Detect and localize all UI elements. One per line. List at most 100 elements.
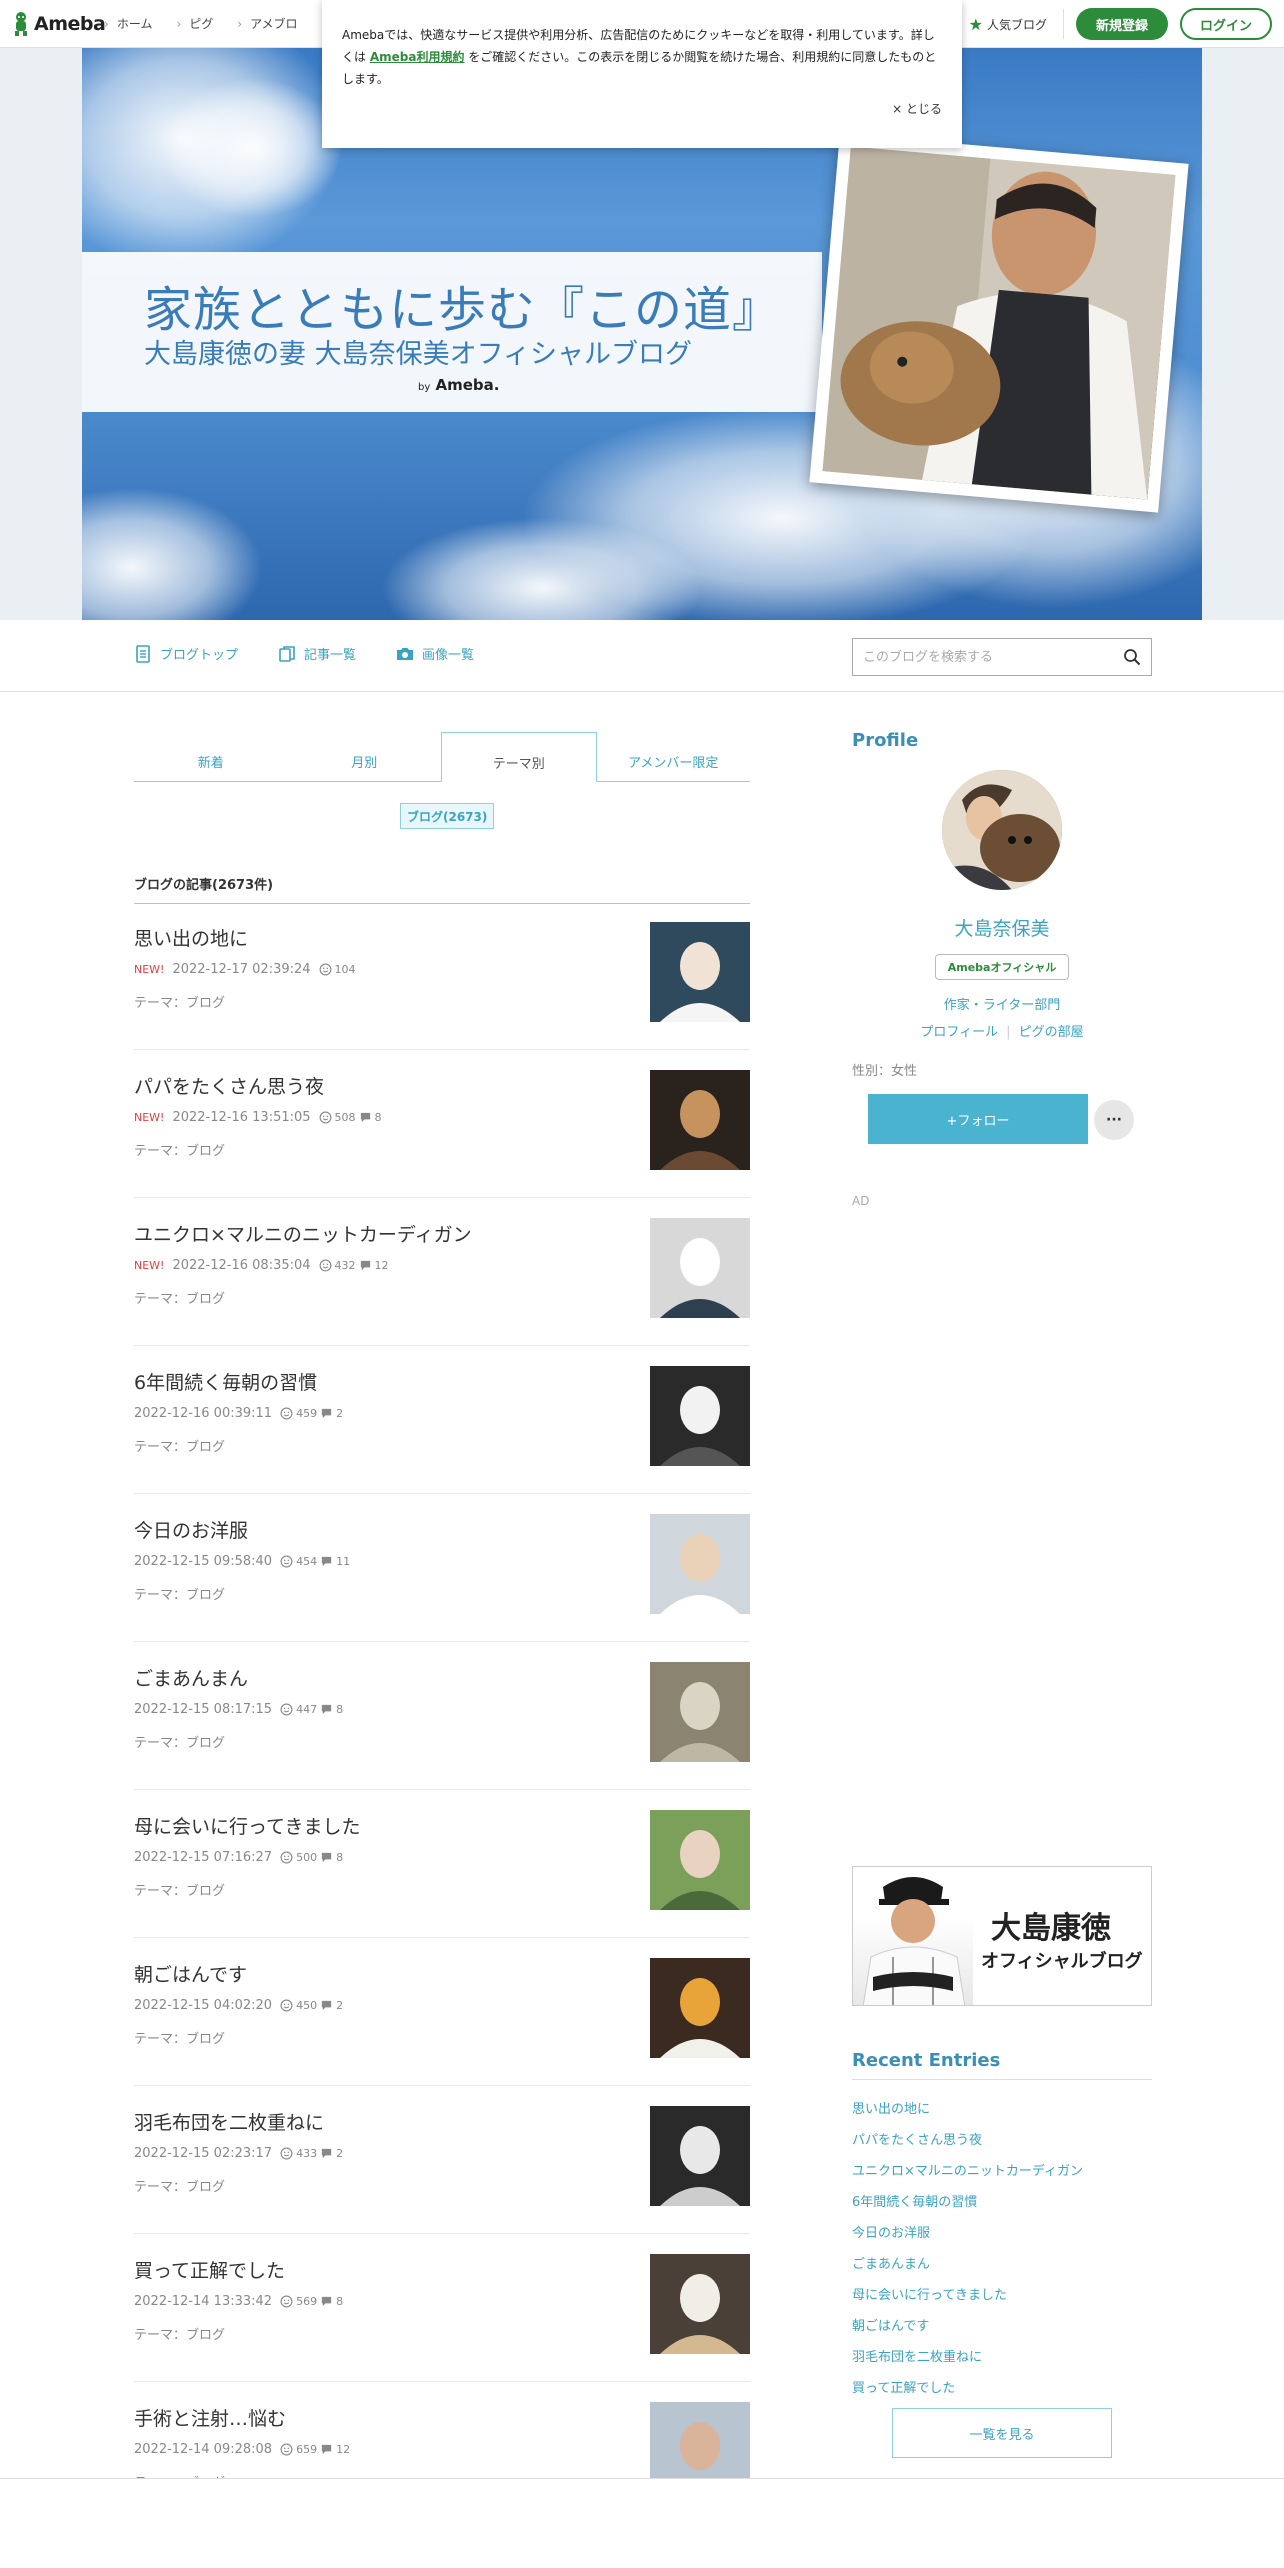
comment-icon	[321, 1408, 332, 1419]
entry-thumbnail[interactable]	[650, 1662, 750, 1762]
tab-monthly[interactable]: 月別	[288, 732, 442, 781]
tab-by-theme[interactable]: テーマ別	[441, 732, 597, 782]
popular-blog-link[interactable]: ★ 人気ブログ	[969, 9, 1064, 39]
entry-title[interactable]: 羽毛布団を二枚重ねに	[134, 2108, 324, 2135]
like-count[interactable]: 454 11	[280, 1555, 350, 1568]
theme-tag-blog[interactable]: ブログ(2673)	[400, 803, 495, 829]
global-nav-home[interactable]: ホーム	[104, 15, 153, 32]
entry-title[interactable]: ユニクロ×マルニのニットカーディガン	[134, 1220, 472, 1247]
recent-entry-link[interactable]: 羽毛布団を二枚重ねに	[852, 2346, 1152, 2377]
entry-item: 今日のお洋服 2022-12-15 09:58:40 454 11 テーマ：ブログ	[134, 1494, 750, 1642]
recent-entry-link[interactable]: 今日のお洋服	[852, 2222, 1152, 2253]
entry-theme[interactable]: テーマ：ブログ	[134, 1140, 225, 1159]
like-count[interactable]: 659 12	[280, 2443, 350, 2456]
entry-title[interactable]: 買って正解でした	[134, 2256, 285, 2283]
entry-thumbnail[interactable]	[650, 2254, 750, 2354]
entry-title[interactable]: パパをたくさん思う夜	[134, 1072, 324, 1099]
blog-nav-bar: ブログトップ 記事一覧 画像一覧	[0, 620, 1284, 692]
entry-theme[interactable]: テーマ：ブログ	[134, 1584, 225, 1603]
entry-thumbnail[interactable]	[650, 2106, 750, 2206]
related-blog-banner[interactable]: 大島康徳 オフィシャルブログ	[852, 1866, 1152, 2006]
entry-theme[interactable]: テーマ：ブログ	[134, 2028, 225, 2047]
more-options-button[interactable]: ···	[1094, 1100, 1134, 1140]
banner-title: 大島康徳	[991, 1911, 1111, 1946]
avatar[interactable]	[942, 770, 1062, 890]
entry-meta: 2022-12-16 00:39:11 459 2	[134, 1406, 343, 1421]
entry-title[interactable]: 思い出の地に	[134, 924, 248, 951]
comment-count: 2	[336, 1999, 344, 2012]
ameba-logo[interactable]: Ameba	[12, 10, 106, 38]
blog-top-link[interactable]: ブログトップ	[134, 644, 238, 663]
global-nav-ameblo[interactable]: アメブロ	[237, 15, 297, 32]
like-count[interactable]: 447 8	[280, 1703, 343, 1716]
recent-entry-link[interactable]: 買って正解でした	[852, 2377, 1152, 2408]
comment-icon	[360, 1260, 370, 1271]
profile-category[interactable]: 作家・ライター部門	[852, 994, 1152, 1013]
like-count[interactable]: 432 12	[319, 1259, 389, 1272]
entry-theme[interactable]: テーマ：ブログ	[134, 2176, 225, 2195]
like-icon	[280, 1851, 293, 1864]
global-nav-pigg[interactable]: ピグ	[176, 15, 213, 32]
entry-theme[interactable]: テーマ：ブログ	[134, 1732, 225, 1751]
profile-name[interactable]: 大島奈保美	[852, 914, 1152, 941]
recent-entry-link[interactable]: パパをたくさん思う夜	[852, 2129, 1152, 2160]
like-count[interactable]: 500 8	[280, 1851, 343, 1864]
like-count[interactable]: 450 2	[280, 1999, 343, 2012]
like-count[interactable]: 508 8	[319, 1111, 382, 1124]
entry-date: 2022-12-17 02:39:24	[172, 962, 311, 977]
comment-count: 8	[374, 1111, 382, 1124]
recent-entry-link[interactable]: 思い出の地に	[852, 2098, 1152, 2129]
tab-latest[interactable]: 新着	[134, 732, 288, 781]
like-count[interactable]: 569 8	[280, 2295, 343, 2308]
by-ameba-label: by Ameba.	[418, 376, 500, 394]
recent-entry-link[interactable]: ごまあんまん	[852, 2253, 1152, 2284]
see-all-button[interactable]: 一覧を見る	[892, 2408, 1112, 2458]
recent-entry-link[interactable]: ユニクロ×マルニのニットカーディガン	[852, 2160, 1152, 2191]
like-count[interactable]: 459 2	[280, 1407, 343, 1420]
follow-button[interactable]: +フォロー	[868, 1094, 1088, 1144]
login-button[interactable]: ログイン	[1180, 8, 1272, 40]
like-count[interactable]: 433 2	[280, 2147, 343, 2160]
new-badge: NEW!	[134, 1111, 165, 1124]
entry-theme[interactable]: テーマ：ブログ	[134, 1880, 225, 1899]
entry-title[interactable]: 今日のお洋服	[134, 1516, 248, 1543]
like-icon	[280, 2295, 293, 2308]
recent-entry-link[interactable]: 6年間続く毎朝の習慣	[852, 2191, 1152, 2222]
blog-top-label: ブログトップ	[160, 648, 239, 663]
entry-thumbnail[interactable]	[650, 1810, 750, 1910]
search-icon[interactable]	[1123, 648, 1141, 666]
entry-thumbnail[interactable]	[650, 1366, 750, 1466]
profile-heading: Profile	[852, 730, 919, 751]
recent-entry-link[interactable]: 母に会いに行ってきました	[852, 2284, 1152, 2315]
entry-theme[interactable]: テーマ：ブログ	[134, 992, 225, 1011]
recent-entry-link[interactable]: 朝ごはんです	[852, 2315, 1152, 2346]
cookie-close-button[interactable]: × とじる	[892, 100, 942, 117]
entry-tabs: 新着 月別 テーマ別 アメンバー限定	[134, 732, 750, 782]
entry-title[interactable]: ごまあんまん	[134, 1664, 248, 1691]
entry-thumbnail[interactable]	[650, 1218, 750, 1318]
like-count[interactable]: 104	[319, 963, 356, 976]
blog-search-input[interactable]	[853, 639, 1103, 675]
entry-theme[interactable]: テーマ：ブログ	[134, 2324, 225, 2343]
entry-date: 2022-12-15 02:23:17	[134, 2146, 273, 2161]
terms-link[interactable]: Ameba利用規約	[370, 50, 465, 64]
entry-thumbnail[interactable]	[650, 922, 750, 1022]
entry-theme[interactable]: テーマ：ブログ	[134, 1436, 225, 1455]
tab-amember-only[interactable]: アメンバー限定	[597, 732, 751, 781]
image-list-link[interactable]: 画像一覧	[396, 644, 474, 663]
entry-theme[interactable]: テーマ：ブログ	[134, 1288, 225, 1307]
banner-title-band: 家族とともに歩む『この道』 大島康徳の妻 大島奈保美オフィシャルブログ by A…	[82, 252, 822, 412]
entry-thumbnail[interactable]	[650, 1514, 750, 1614]
copy-icon	[279, 645, 295, 662]
profile-link[interactable]: プロフィール	[920, 1025, 998, 1040]
entry-title[interactable]: 6年間続く毎朝の習慣	[134, 1368, 317, 1395]
register-button[interactable]: 新規登録	[1076, 8, 1168, 40]
entry-list-link[interactable]: 記事一覧	[278, 644, 356, 663]
entry-title[interactable]: 朝ごはんです	[134, 1960, 247, 1987]
pigg-room-link[interactable]: ピグの部屋	[1019, 1025, 1084, 1040]
entry-thumbnail[interactable]	[650, 1070, 750, 1170]
entry-title[interactable]: 母に会いに行ってきました	[134, 1812, 360, 1839]
entry-title[interactable]: 手術と注射…悩む	[134, 2404, 286, 2431]
entry-thumbnail[interactable]	[650, 1958, 750, 2058]
entry-item: 買って正解でした 2022-12-14 13:33:42 569 8 テーマ：ブログ	[134, 2234, 750, 2382]
